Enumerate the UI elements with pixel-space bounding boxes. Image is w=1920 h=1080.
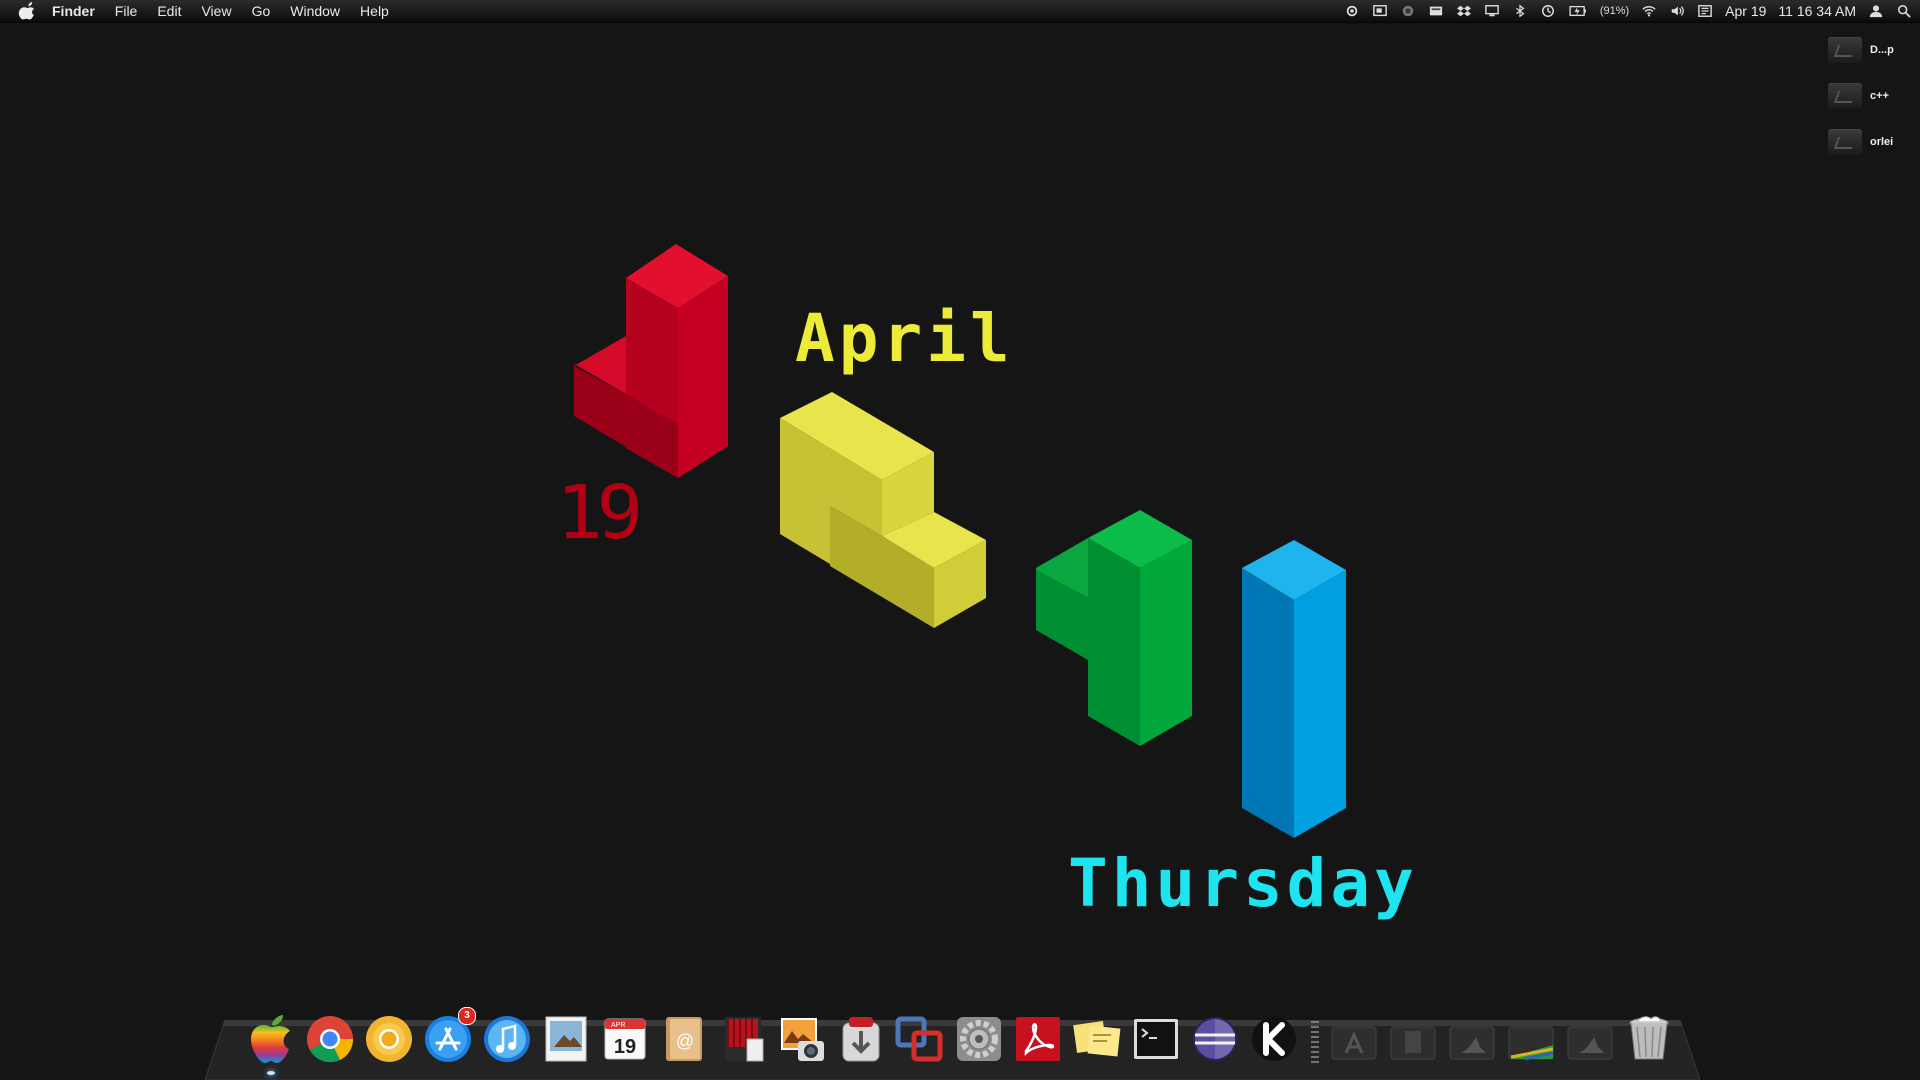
blue-block <box>1242 540 1346 838</box>
stickies-icon[interactable] <box>1071 1013 1123 1065</box>
chrome-icon[interactable] <box>304 1013 356 1065</box>
acrobat-icon[interactable] <box>1012 1013 1064 1065</box>
iphoto-icon[interactable] <box>776 1013 828 1065</box>
drive-stack-icon[interactable] <box>1564 1013 1616 1065</box>
vmware-icon[interactable] <box>894 1013 946 1065</box>
preview-icon[interactable] <box>540 1013 592 1065</box>
app-store-icon[interactable]: 3 <box>422 1007 476 1065</box>
transmission-icon[interactable] <box>835 1013 887 1065</box>
downloads-stack-icon[interactable] <box>1505 1013 1557 1065</box>
wallpaper-weekday: Thursday <box>1068 845 1418 922</box>
finder-icon[interactable] <box>245 1013 297 1075</box>
wallpaper-clock-art <box>574 244 1346 838</box>
address-book-icon[interactable]: @ <box>658 1013 710 1065</box>
chrome-canary-icon[interactable] <box>363 1013 415 1065</box>
eclipse-icon[interactable] <box>1189 1013 1241 1065</box>
wallpaper-day-number: 19 <box>556 470 643 556</box>
calendar-month: APR <box>611 1022 625 1029</box>
dock-separator <box>1307 1013 1321 1065</box>
photo-booth-icon[interactable] <box>717 1013 769 1065</box>
documents-stack-icon[interactable] <box>1387 1013 1439 1065</box>
drive-stack-icon[interactable] <box>1446 1013 1498 1065</box>
green-block <box>1036 510 1192 746</box>
yellow-block <box>780 392 986 628</box>
app-store-badge: 3 <box>458 1007 476 1025</box>
calendar-icon[interactable]: APR 19 <box>599 1013 651 1065</box>
trash-icon[interactable] <box>1623 1013 1675 1065</box>
system-preferences-icon[interactable] <box>953 1013 1005 1065</box>
running-indicator <box>267 1071 275 1075</box>
terminal-icon[interactable] <box>1130 1013 1182 1065</box>
itunes-icon[interactable] <box>481 1013 533 1065</box>
svg-text:@: @ <box>676 1031 694 1051</box>
red-block <box>574 244 728 478</box>
applications-stack-icon[interactable] <box>1328 1013 1380 1065</box>
wallpaper-month: April <box>795 300 1014 377</box>
calendar-day: 19 <box>614 1036 636 1058</box>
komodo-icon[interactable] <box>1248 1013 1300 1065</box>
dock: 3 APR 19 @ <box>245 1003 1675 1075</box>
